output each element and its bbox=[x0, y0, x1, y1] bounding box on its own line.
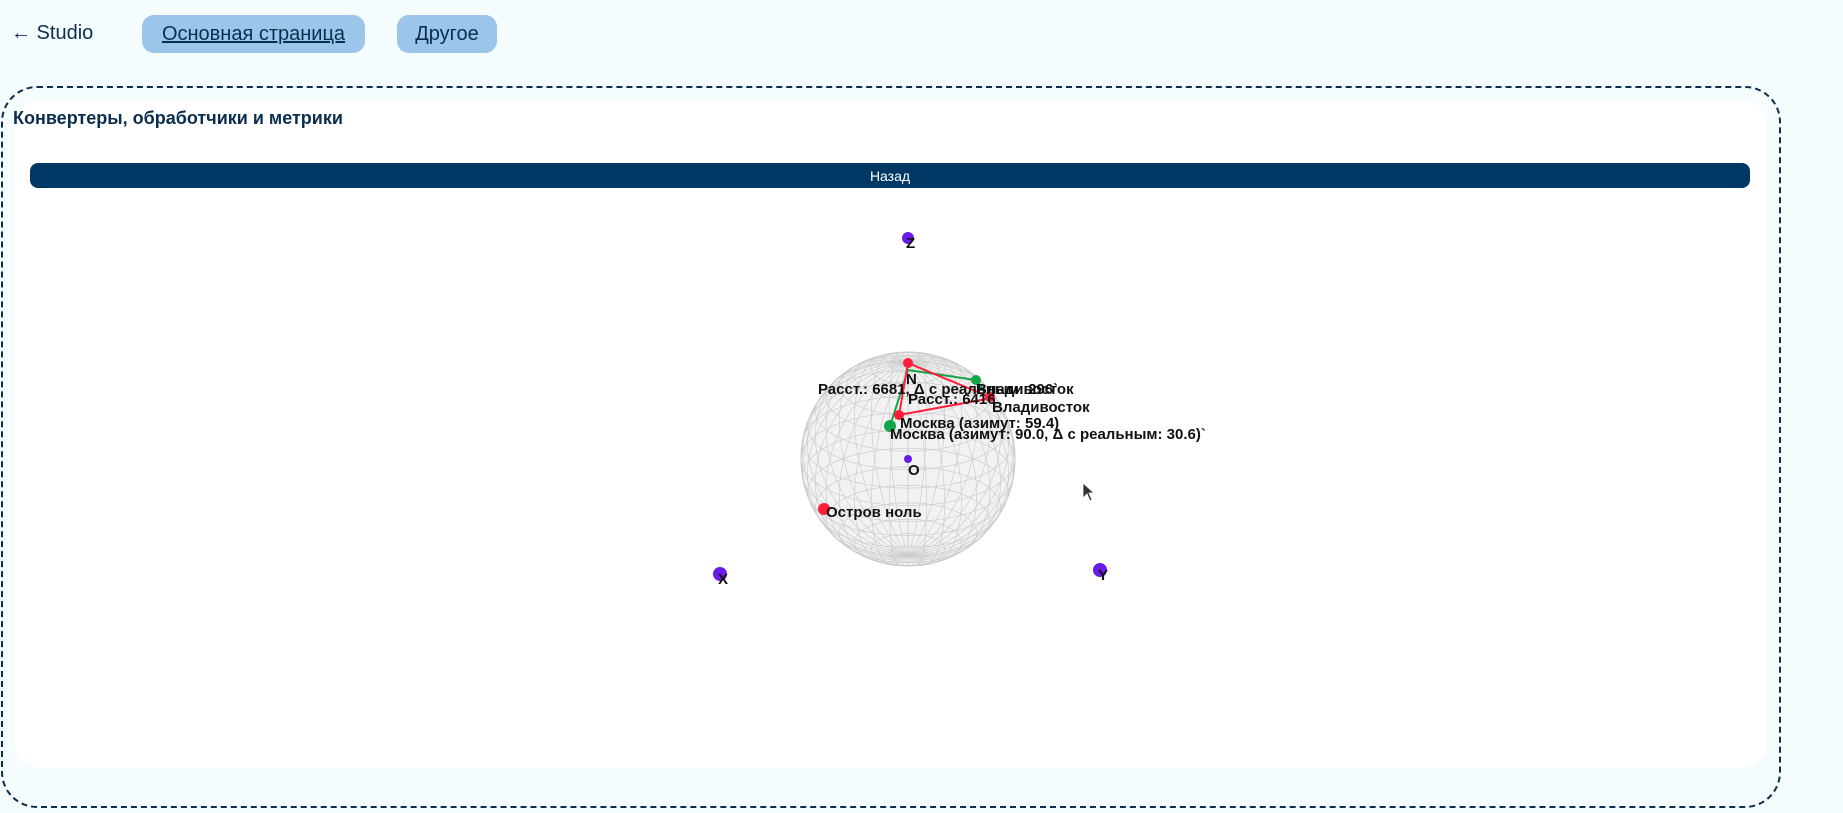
panel-title: Конвертеры, обработчики и метрики bbox=[13, 108, 343, 128]
red-distance-label: Расст.: 6416 bbox=[908, 391, 996, 408]
north-pole-point bbox=[903, 358, 913, 368]
z-axis-label: Z bbox=[906, 235, 915, 252]
moscow-green-label: Москва (азимут: 90.0, Δ с реальным: 30.6… bbox=[890, 426, 1206, 443]
tab-main-page[interactable]: Основная страница bbox=[142, 15, 365, 53]
origin-label: O bbox=[908, 462, 920, 479]
x-axis-label: X bbox=[718, 571, 728, 588]
mouse-cursor-icon bbox=[1082, 482, 1096, 502]
y-axis-label: Y bbox=[1098, 567, 1108, 584]
globe-3d-plot[interactable]: Z X Y O N Расст.: 6681, Δ с реальным: 29… bbox=[0, 190, 1843, 810]
null-island-label: Остров ноль bbox=[826, 504, 922, 521]
top-navigation: ← Studio Основная страница Другое bbox=[0, 0, 1843, 70]
vladivostok-red-label: Владивосток bbox=[992, 399, 1090, 416]
tab-other[interactable]: Другое bbox=[397, 15, 497, 53]
back-to-studio-link[interactable]: ← Studio bbox=[11, 22, 93, 45]
back-button[interactable]: Назад bbox=[30, 163, 1750, 188]
